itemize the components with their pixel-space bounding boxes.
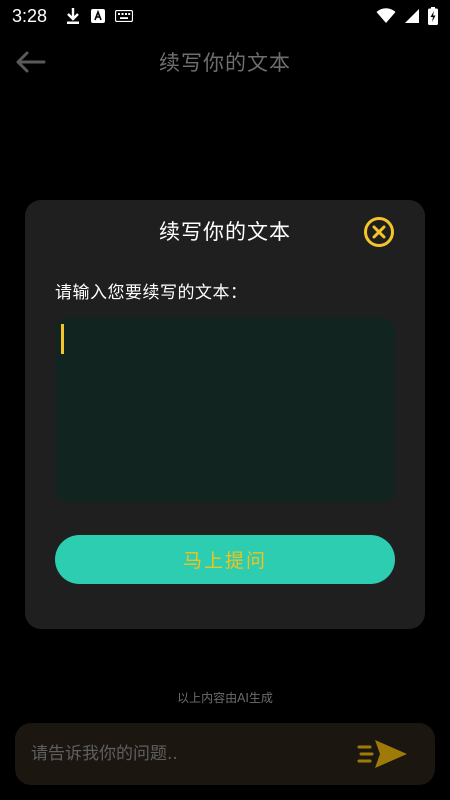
chat-input-bar <box>15 723 435 785</box>
text-input-label: 请输入您要续写的文本： <box>55 283 248 303</box>
send-icon <box>357 740 407 768</box>
ai-generated-notice: 以上内容由AI生成 <box>177 691 273 705</box>
close-button[interactable] <box>363 216 395 248</box>
continue-text-input[interactable] <box>55 317 395 503</box>
page-title: 续写你的文本 <box>159 51 291 75</box>
battery-charging-icon <box>428 7 438 25</box>
a-badge-icon <box>91 9 106 23</box>
download-icon <box>65 7 81 25</box>
arrow-left-icon <box>16 51 46 73</box>
back-button[interactable] <box>12 44 48 80</box>
question-input[interactable] <box>31 735 351 773</box>
wifi-icon <box>376 8 396 24</box>
status-time: 3:28 <box>12 5 48 26</box>
send-button[interactable] <box>357 736 409 772</box>
status-right <box>376 7 438 25</box>
signal-icon <box>404 8 420 24</box>
status-left: 3:28 <box>12 5 134 27</box>
keyboard-icon <box>115 10 134 22</box>
close-circle-icon <box>364 217 394 247</box>
text-cursor <box>61 324 64 354</box>
status-bar: 3:28 <box>0 0 450 32</box>
ask-now-button[interactable]: 马上提问 <box>55 535 395 584</box>
app-header: 续写你的文本 <box>0 36 450 88</box>
continue-writing-dialog: 续写你的文本 请输入您要续写的文本： 马上提问 <box>25 200 425 629</box>
